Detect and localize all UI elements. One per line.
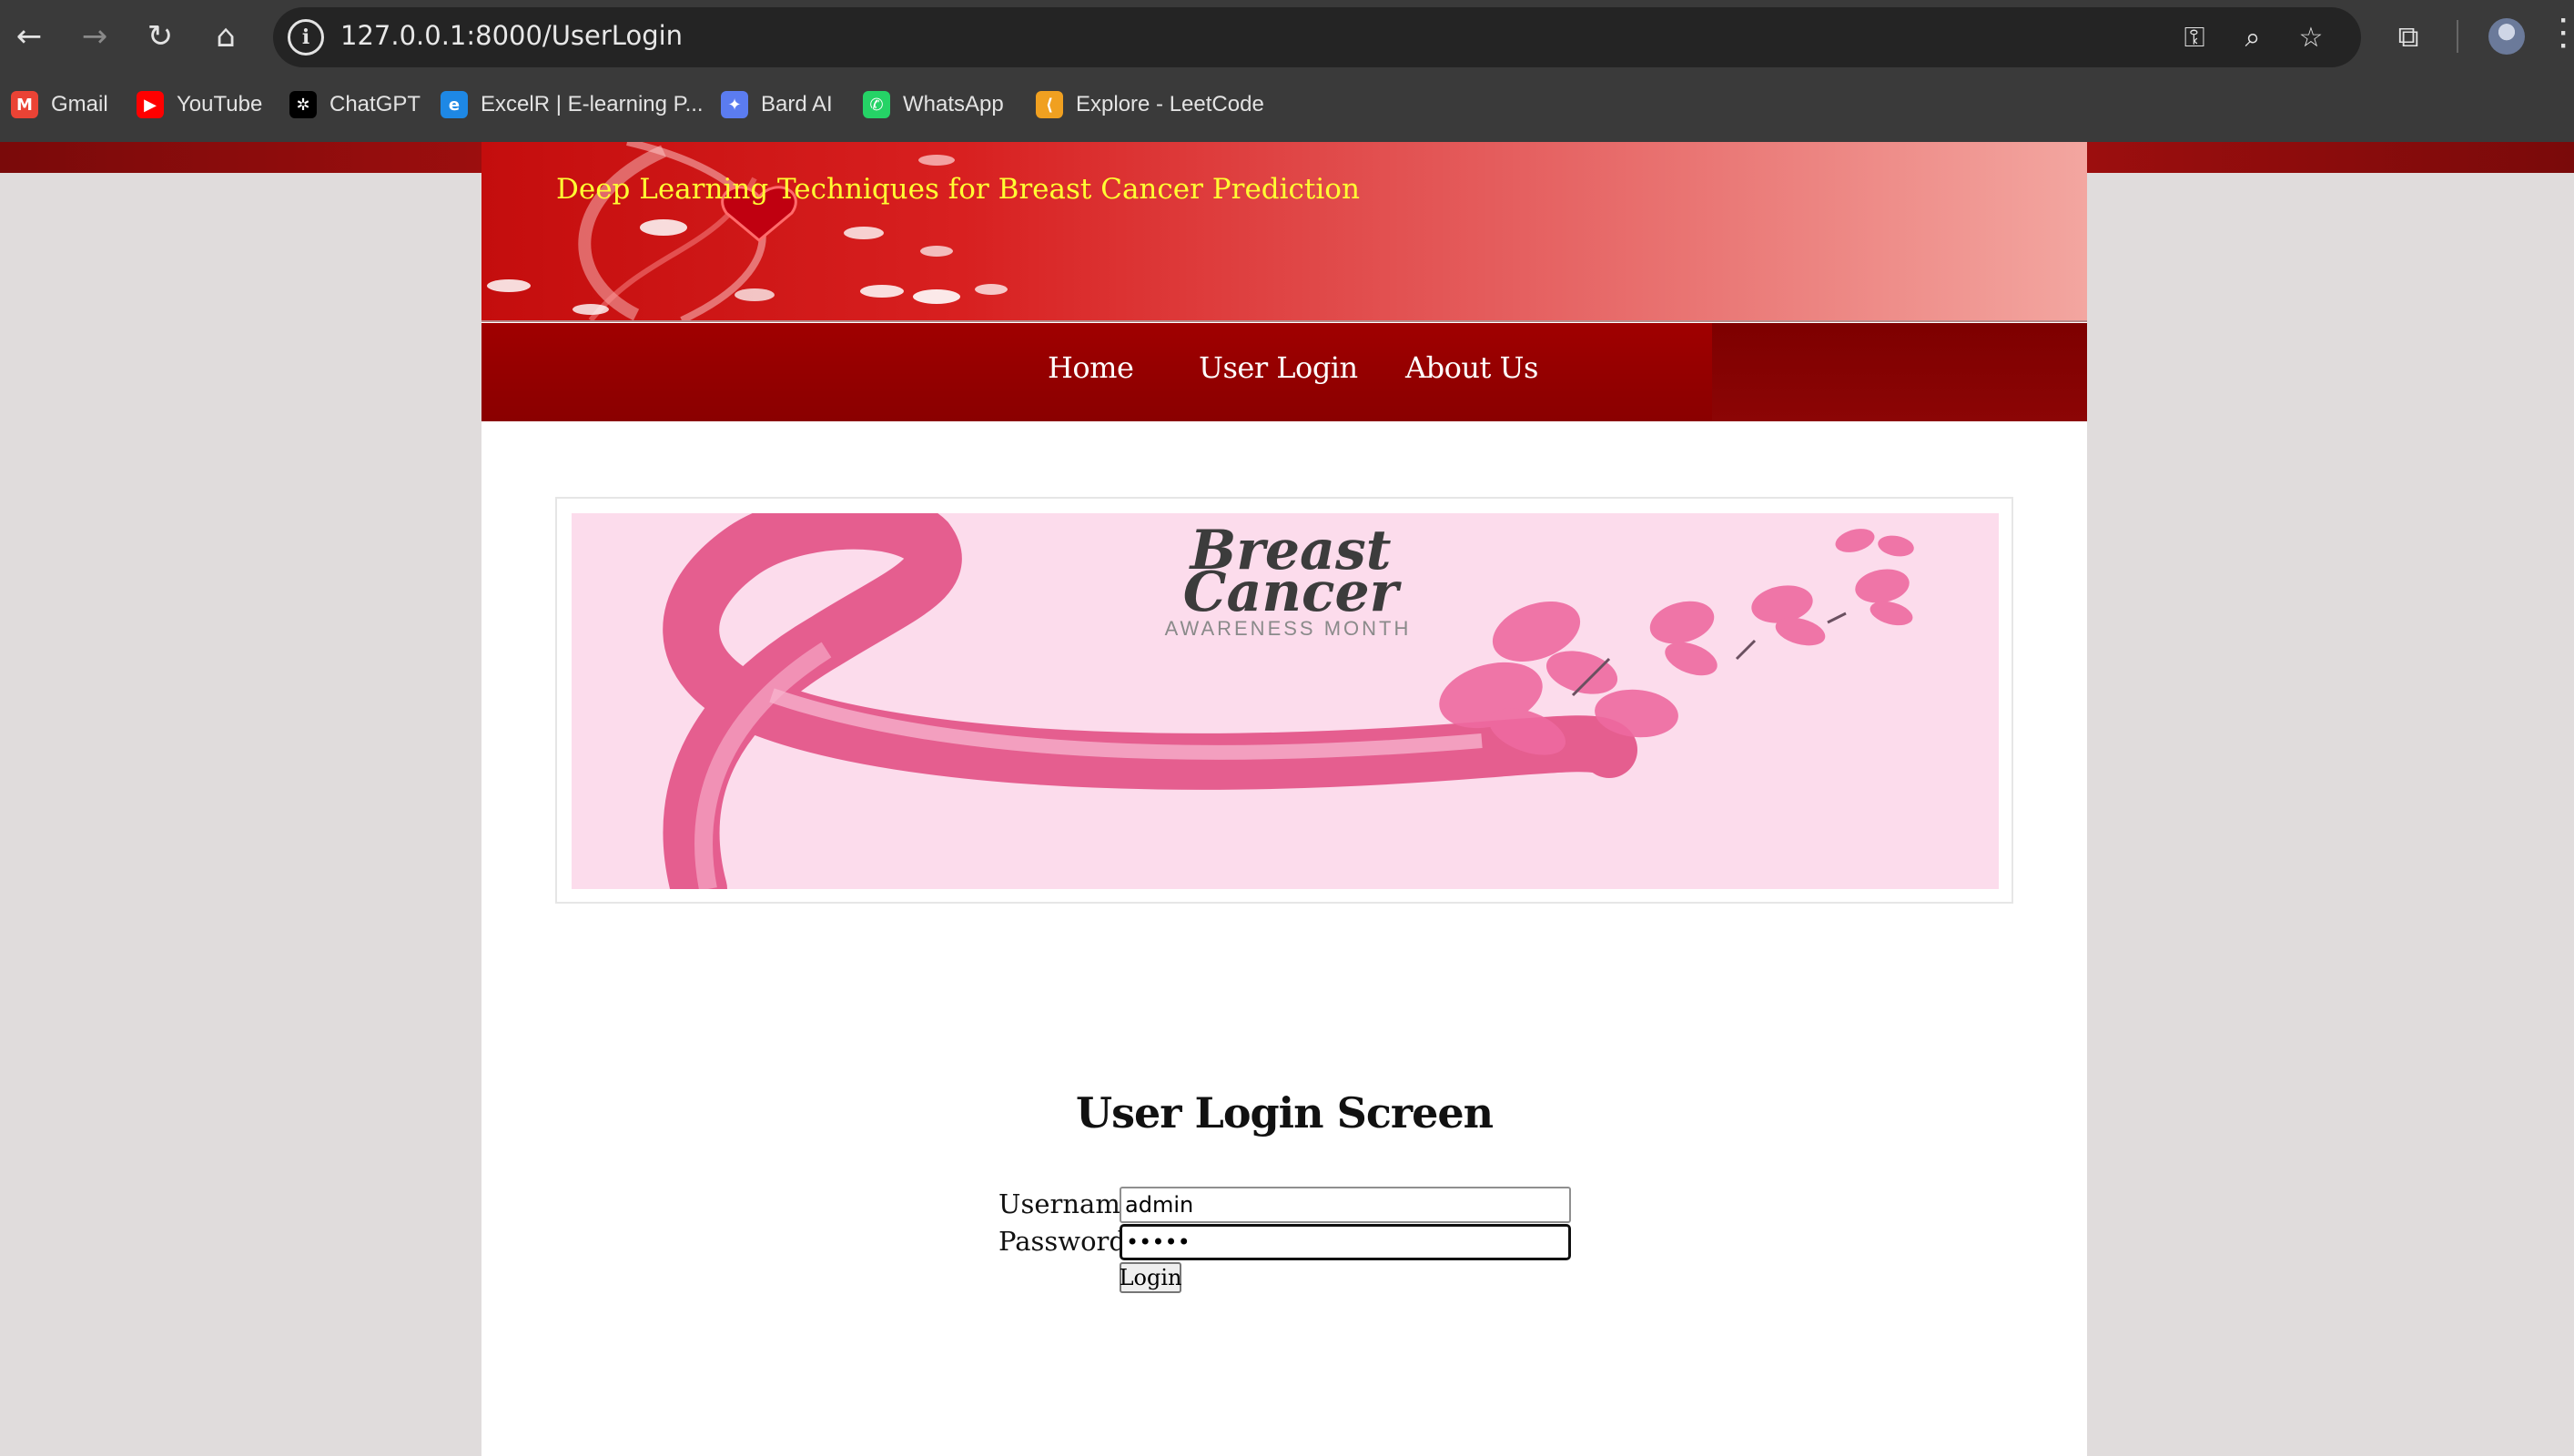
nav-link-about-us[interactable]: About Us: [1405, 350, 1538, 385]
hero-image: Breast Cancer AWARENESS MONTH: [572, 513, 1999, 889]
nav-link-home[interactable]: Home: [1048, 350, 1134, 385]
bookmark-star-icon[interactable]: ☆: [2290, 16, 2332, 58]
bookmark-excelr[interactable]: e ExcelR | E-learning P...: [441, 86, 704, 124]
navbar-shade: [1712, 323, 2087, 421]
leetcode-icon: ⟨: [1036, 91, 1063, 118]
chatgpt-icon: ✲: [289, 91, 317, 118]
header-banner: Deep Learning Techniques for Breast Canc…: [481, 142, 2087, 322]
hero-image-frame: Breast Cancer AWARENESS MONTH: [555, 497, 2013, 904]
home-icon: ⌂: [216, 18, 236, 55]
bookmark-label: WhatsApp: [903, 92, 1004, 116]
password-input[interactable]: [1120, 1224, 1571, 1260]
username-input[interactable]: [1120, 1187, 1571, 1223]
bookmark-label: Explore - LeetCode: [1076, 92, 1264, 116]
reload-button[interactable]: ↻: [137, 13, 184, 60]
hero-title-line2: Cancer: [1182, 561, 1399, 624]
bookmark-label: YouTube: [177, 92, 263, 116]
browser-menu-icon[interactable]: · · ·: [2554, 7, 2574, 60]
bookmark-bard[interactable]: ✦ Bard AI: [721, 86, 833, 124]
browser-toolbar: ← → ↻ ⌂ i 127.0.0.1:8000/UserLogin ⚿ ⌕ ☆…: [0, 0, 2574, 73]
site-title: Deep Learning Techniques for Breast Canc…: [556, 173, 1360, 206]
hero-subtitle: AWARENESS MONTH: [1164, 617, 1412, 640]
youtube-icon: ▶: [137, 91, 164, 118]
bookmark-gmail[interactable]: M Gmail: [11, 86, 108, 124]
arrow-right-icon: →: [81, 18, 108, 55]
bookmark-label: ExcelR | E-learning P...: [481, 92, 704, 116]
bookmark-youtube[interactable]: ▶ YouTube: [137, 86, 262, 124]
bookmark-chatgpt[interactable]: ✲ ChatGPT: [289, 86, 421, 124]
whatsapp-icon: ✆: [863, 91, 890, 118]
page-content: Deep Learning Techniques for Breast Canc…: [481, 142, 2087, 1456]
hearts-decoration: [487, 142, 1008, 320]
home-button[interactable]: ⌂: [202, 13, 249, 60]
bookmark-label: Gmail: [51, 92, 108, 116]
excelr-icon: e: [441, 91, 468, 118]
login-heading: User Login Screen: [1075, 1088, 1494, 1138]
arrow-left-icon: ←: [15, 18, 43, 55]
url-text[interactable]: 127.0.0.1:8000/UserLogin: [340, 20, 683, 51]
bookmarks-bar: M Gmail ▶ YouTube ✲ ChatGPT e ExcelR | E-learni…: [0, 78, 2574, 131]
zoom-icon[interactable]: ⌕: [2232, 16, 2274, 58]
forward-button[interactable]: →: [71, 13, 118, 60]
bookmark-leetcode[interactable]: ⟨ Explore - LeetCode: [1036, 86, 1264, 124]
bard-icon: ✦: [721, 91, 748, 118]
reload-icon: ↻: [147, 18, 174, 55]
toolbar-divider: [2457, 20, 2458, 53]
gmail-icon: M: [11, 91, 38, 118]
bookmark-label: ChatGPT: [329, 92, 421, 116]
nav-link-user-login[interactable]: User Login: [1199, 350, 1358, 385]
site-info-icon[interactable]: i: [288, 19, 324, 56]
extensions-button[interactable]: ⧉: [2385, 13, 2432, 60]
login-button[interactable]: Login: [1120, 1262, 1181, 1293]
bookmark-label: Bard AI: [761, 92, 833, 116]
hero-title: Breast Cancer: [1136, 523, 1445, 620]
puzzle-icon: ⧉: [2397, 18, 2419, 54]
password-key-icon[interactable]: ⚿: [2174, 16, 2215, 58]
back-button[interactable]: ←: [5, 13, 53, 60]
password-label: Password: [998, 1226, 1126, 1257]
browser-chrome: ← → ↻ ⌂ i 127.0.0.1:8000/UserLogin ⚿ ⌕ ☆…: [0, 0, 2574, 142]
address-bar[interactable]: i 127.0.0.1:8000/UserLogin ⚿ ⌕ ☆: [273, 7, 2361, 67]
profile-avatar[interactable]: [2488, 18, 2525, 55]
bookmark-whatsapp[interactable]: ✆ WhatsApp: [863, 86, 1004, 124]
username-label: Username: [998, 1188, 1136, 1219]
main-navbar: Home User Login About Us: [481, 323, 2087, 421]
